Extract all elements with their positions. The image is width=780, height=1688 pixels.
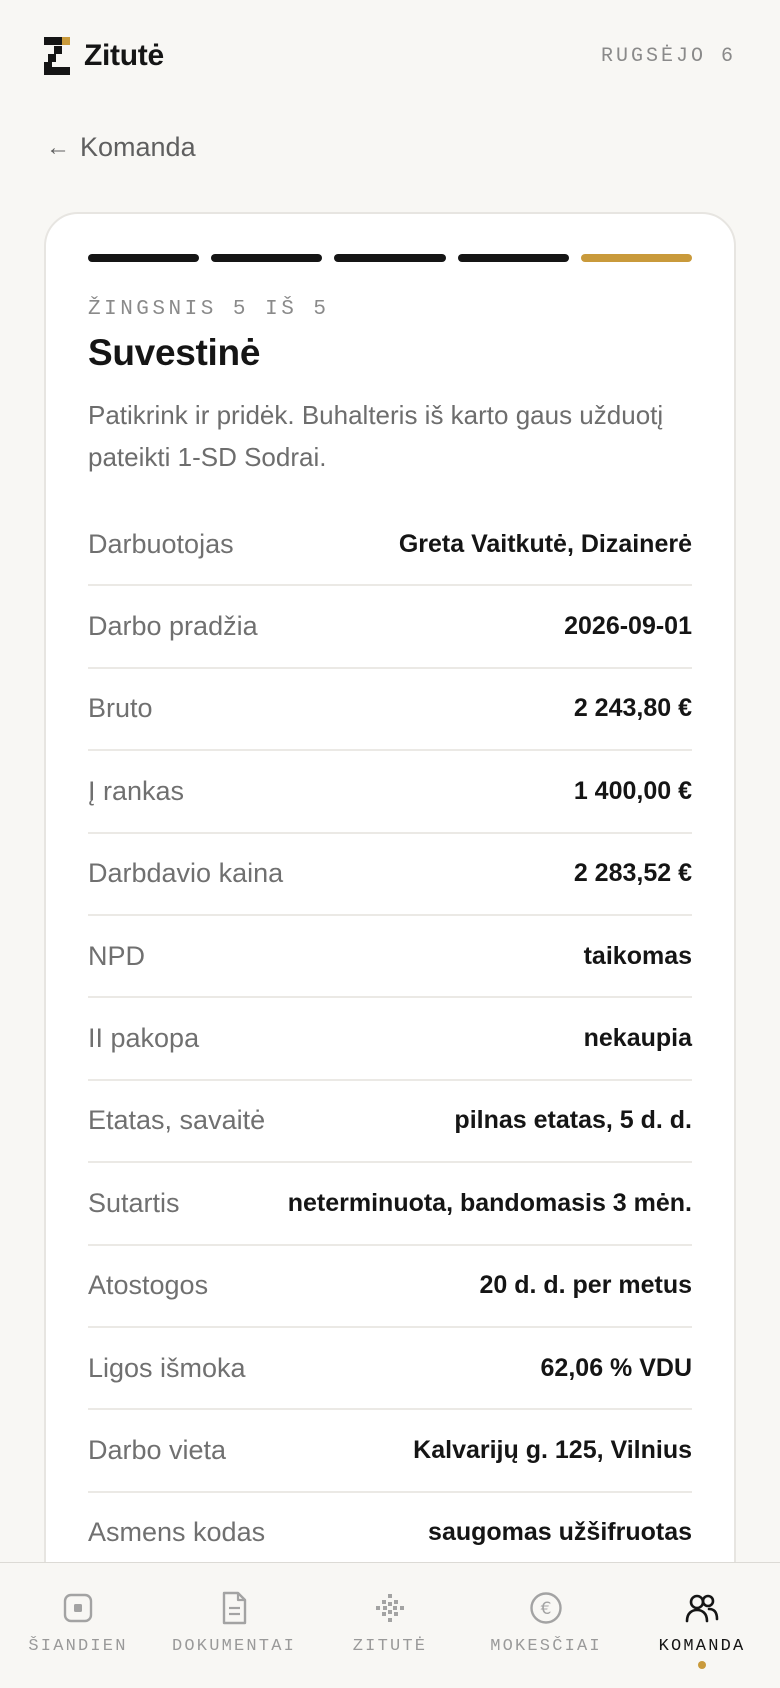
svg-text:€: €: [541, 1599, 552, 1619]
summary-row-label: Asmens kodas: [88, 1517, 266, 1548]
summary-row-value: taikomas: [583, 941, 692, 970]
summary-row-npd: NPD taikomas: [88, 916, 692, 999]
summary-row-label: Etatas, savaitė: [88, 1105, 266, 1136]
summary-row-label: Bruto: [88, 693, 153, 724]
summary-row-value: 20 d. d. per metus: [479, 1271, 692, 1300]
nav-label: ZITUTĖ: [352, 1637, 428, 1656]
summary-row-employer-cost: Darbdavio kaina 2 283,52 €: [88, 834, 692, 916]
summary-row-label: NPD: [88, 940, 146, 971]
summary-row-value: 1 400,00 €: [573, 776, 692, 805]
summary-list: Darbuotojas Greta Vaitkutė, Dizainerė Da…: [88, 504, 692, 1576]
page-description: Patikrink ir pridėk. Buhalteris iš karto…: [88, 400, 664, 472]
summary-row-sick-pay: Ligos išmoka 62,06 % VDU: [88, 1328, 692, 1411]
nav-item-today[interactable]: ŠIANDIEN: [0, 1563, 156, 1688]
nav-item-taxes[interactable]: € MOKESČIAI: [468, 1563, 624, 1688]
summary-row-employee: Darbuotojas Greta Vaitkutė, Dizainerė: [88, 504, 692, 587]
brand[interactable]: Zitutė: [44, 37, 164, 75]
summary-row-value: nekaupia: [583, 1024, 692, 1053]
summary-row-value: 2026-09-01: [564, 612, 692, 641]
summary-row-label: Darbo pradžia: [88, 611, 258, 642]
nav-label: ŠIANDIEN: [28, 1637, 128, 1656]
summary-row-label: Darbdavio kaina: [88, 858, 284, 889]
summary-row-label: II pakopa: [88, 1023, 200, 1054]
summary-row-label: Ligos išmoka: [88, 1352, 246, 1383]
current-date: RUGSĖJO 6: [600, 44, 736, 68]
summary-row-value: 2 243,80 €: [573, 694, 692, 723]
sparkle-icon: [371, 1589, 409, 1627]
back-link[interactable]: ← Komanda: [46, 132, 196, 163]
nav-label: MOKESČIAI: [490, 1637, 602, 1656]
step-label: ŽINGSNIS 5 IŠ 5: [88, 298, 330, 321]
nav-item-team[interactable]: KOMANDA: [624, 1563, 780, 1688]
summary-row-value: 62,06 % VDU: [540, 1353, 692, 1382]
zitute-logo-icon: [44, 37, 70, 75]
page-title: Suvestinė: [88, 332, 261, 373]
summary-row-workplace: Darbo vieta Kalvarijų g. 125, Vilnius: [88, 1410, 692, 1493]
summary-row-value: neterminuota, bandomasis 3 mėn.: [287, 1188, 692, 1217]
brand-name: Zitutė: [84, 39, 164, 72]
step-progress: [88, 254, 693, 262]
progress-segment-current: [580, 254, 693, 262]
nav-item-zitute[interactable]: ZITUTĖ: [312, 1563, 468, 1688]
summary-row-label: Atostogos: [88, 1270, 209, 1301]
summary-row-vacation: Atostogos 20 d. d. per metus: [88, 1246, 692, 1328]
back-link-label: Komanda: [80, 132, 196, 162]
document-icon: [215, 1589, 253, 1627]
summary-row-label: Sutartis: [88, 1187, 180, 1218]
summary-row-value: 2 283,52 €: [573, 859, 692, 888]
summary-row-value: Kalvarijų g. 125, Vilnius: [413, 1435, 692, 1464]
summary-row-value: saugomas užšifruotas: [428, 1518, 692, 1547]
summary-card: ŽINGSNIS 5 IŠ 5 Suvestinė Patikrink ir p…: [44, 212, 736, 1612]
summary-row-net: Į rankas 1 400,00 €: [88, 751, 692, 834]
euro-icon: €: [527, 1589, 565, 1627]
progress-segment: [334, 254, 446, 262]
active-indicator-dot: [698, 1661, 706, 1669]
arrow-left-icon: ←: [46, 133, 70, 161]
summary-row-value: Greta Vaitkutė, Dizainerė: [398, 529, 692, 558]
summary-row-gross: Bruto 2 243,80 €: [88, 669, 692, 752]
nav-label: KOMANDA: [658, 1637, 746, 1656]
summary-row-workload: Etatas, savaitė pilnas etatas, 5 d. d.: [88, 1081, 692, 1164]
summary-row-pension-tier: II pakopa nekaupia: [88, 998, 692, 1081]
summary-row-start-date: Darbo pradžia 2026-09-01: [88, 586, 692, 669]
summary-row-label: Į rankas: [88, 775, 185, 806]
summary-row-label: Darbuotojas: [88, 528, 234, 559]
summary-row-value: pilnas etatas, 5 d. d.: [454, 1106, 692, 1135]
nav-item-documents[interactable]: DOKUMENTAI: [156, 1563, 312, 1688]
progress-segment: [457, 254, 569, 262]
progress-segment: [211, 254, 323, 262]
today-icon: [59, 1589, 97, 1627]
nav-label: DOKUMENTAI: [171, 1637, 297, 1656]
progress-segment: [88, 254, 200, 262]
bottom-nav: ŠIANDIEN DOKUMENTAI ZITUTĖ € MOKESČIAI K…: [0, 1562, 780, 1688]
app-header: Zitutė RUGSĖJO 6: [44, 36, 736, 76]
summary-row-label: Darbo vieta: [88, 1434, 227, 1465]
team-icon: [683, 1589, 721, 1627]
summary-row-contract: Sutartis neterminuota, bandomasis 3 mėn.: [88, 1163, 692, 1246]
